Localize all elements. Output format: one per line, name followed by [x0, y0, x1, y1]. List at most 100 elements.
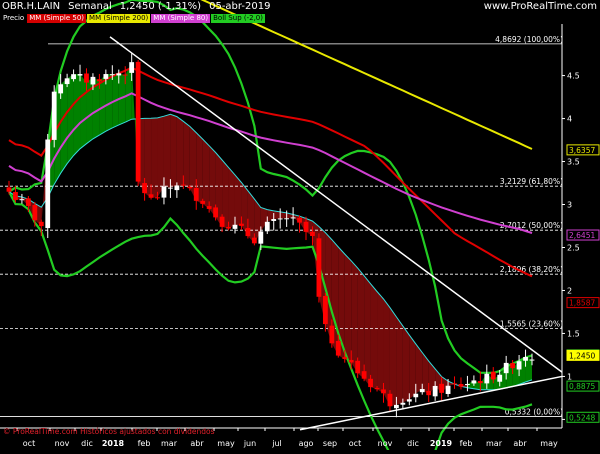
x-tick-label: dic — [81, 439, 93, 448]
trend-fill — [176, 116, 184, 186]
x-tick-label: abr — [513, 439, 527, 448]
trend-fill — [170, 114, 177, 188]
trend-fill — [389, 307, 397, 407]
legend-sma50[interactable]: MM (Simple 50) — [27, 14, 87, 23]
x-tick-label: feb — [460, 439, 473, 448]
y-tick-label: 4.5 — [567, 72, 580, 81]
x-tick-label: dic — [407, 439, 419, 448]
candle-body — [135, 61, 141, 182]
candle-body — [355, 360, 361, 374]
candle-body — [109, 74, 115, 76]
candle-body — [180, 184, 186, 186]
chart-header: OBR.H.LAIN Semanal 1,2450 (-1,31%) 05-abr-2… — [2, 1, 278, 12]
y-tick-label: 1 — [567, 372, 572, 381]
candle-body — [116, 73, 122, 76]
candle-body — [497, 374, 503, 382]
y-tick-label: 4 — [567, 115, 572, 124]
legend-price[interactable]: Precio — [1, 14, 27, 23]
candle-body — [310, 231, 315, 236]
x-tick-label: feb — [138, 439, 151, 448]
trend-fill — [67, 74, 74, 164]
x-tick-label: nov — [55, 439, 70, 448]
chart-canvas[interactable]: 4,8692 (100,00%) 3,2129 (61,80%) 2,7012 (5… — [0, 0, 600, 454]
fib-label: 3,2129 (61,80%) — [500, 177, 563, 186]
x-tick-label: may — [217, 439, 235, 448]
candle-body — [187, 186, 193, 189]
trend-fill — [163, 114, 171, 188]
candle-body — [129, 62, 135, 73]
x-tick-label: may — [540, 439, 558, 448]
candle-body — [361, 371, 367, 379]
trend-fill — [377, 291, 384, 394]
x-tick-label: mar — [486, 439, 503, 448]
fib-label: 4,8692 (100,00%) — [495, 35, 563, 44]
trend-fill — [202, 139, 210, 209]
candle-body — [381, 389, 386, 394]
chart-container: 4,8692 (100,00%) 3,2129 (61,80%) 2,7012 (5… — [0, 0, 600, 454]
footer-note: © ProRealTime.com Históricos ajustados c… — [3, 427, 215, 436]
source-url[interactable]: www.ProRealTime.com — [484, 1, 597, 12]
trend-fill — [525, 357, 532, 383]
candle-body — [103, 74, 109, 79]
candle-body — [58, 84, 64, 94]
candle-body — [394, 404, 399, 409]
candle-body — [523, 357, 528, 361]
candle-body — [71, 74, 76, 80]
x-tick-label: mar — [161, 439, 178, 448]
price-tag-label: 1,8587 — [569, 299, 595, 308]
x-tick-label: 2019 — [430, 439, 453, 448]
candle-body — [32, 205, 38, 221]
y-tick-label: 2.5 — [567, 243, 580, 252]
trendline-layer — [109, 36, 563, 431]
candle-body — [322, 295, 328, 325]
x-tick-label: jul — [271, 439, 282, 448]
candle-body — [19, 199, 25, 201]
period-label: Semanal — [68, 1, 112, 12]
trend-fill — [409, 335, 416, 400]
candle-body — [219, 216, 225, 227]
x-tick-label: sep — [323, 439, 337, 448]
candle-body — [458, 384, 464, 387]
y-tick-label: 3 — [567, 201, 572, 210]
legend-sma200[interactable]: MM (Simple 200) — [87, 14, 151, 23]
candle-body — [406, 399, 412, 402]
candle-body — [529, 359, 535, 361]
candle-body — [77, 74, 83, 76]
quote-label: 1,2450 (-1,31%) — [119, 1, 202, 12]
trend-fill — [396, 316, 403, 405]
trend-fill — [364, 275, 371, 388]
candle-body — [142, 183, 147, 194]
candle-body — [161, 186, 167, 198]
candle-body — [226, 226, 231, 229]
candle-body — [490, 371, 496, 380]
price-tag-label: 0,5248 — [569, 413, 595, 422]
x-tick-label: jun — [243, 439, 256, 448]
candle-body — [452, 383, 457, 385]
legend-sma80[interactable]: MM (Simple 80) — [151, 14, 211, 23]
price-tag-label: 2,6451 — [569, 231, 595, 240]
candle-body — [213, 207, 219, 218]
candle-body — [264, 221, 270, 232]
y-tick-label: 1.5 — [567, 329, 580, 338]
candle-body — [193, 188, 199, 201]
candle-body — [484, 373, 490, 384]
indicator-lines-layer — [8, 0, 533, 454]
symbol-label: OBR.H.LAIN — [2, 1, 61, 12]
candle-body — [297, 217, 302, 223]
candle-body — [155, 197, 160, 199]
candle-body — [510, 363, 516, 369]
x-tick-label: 2018 — [102, 439, 125, 448]
legend-bollinger[interactable]: Boll Sup (-2,0) — [211, 14, 265, 23]
x-tick-label: abr — [190, 439, 204, 448]
price-tags-layer: 3,63572,64511,85871,25021,24500,88750,52… — [566, 144, 600, 423]
candle-body — [335, 340, 341, 356]
trend-fill — [402, 326, 410, 403]
y-tick-label: 2 — [567, 286, 572, 295]
fib-label: 1,5565 (23,60%) — [500, 320, 563, 329]
candle-body — [374, 387, 380, 390]
candle-body — [84, 73, 89, 83]
x-tick-label: oct — [349, 439, 361, 448]
candle-body — [348, 359, 354, 363]
candle-body — [122, 74, 128, 76]
candle-body — [51, 91, 57, 140]
